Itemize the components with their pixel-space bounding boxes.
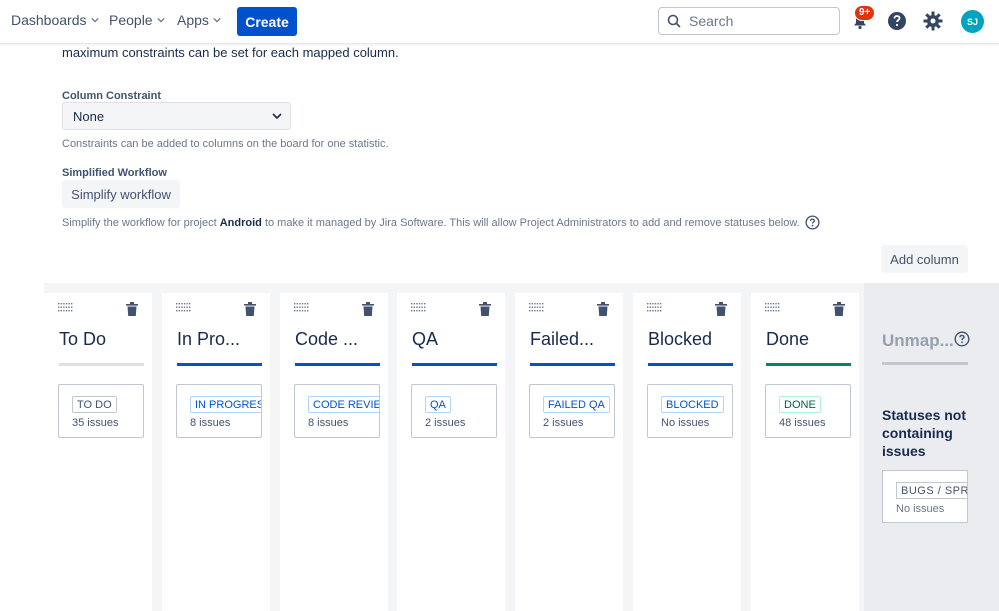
- column-rule: [766, 363, 851, 366]
- status-card[interactable]: IN PROGRESS 8 issues: [176, 384, 262, 438]
- trash-icon[interactable]: [479, 302, 491, 316]
- status-lozenge: BLOCKED: [661, 396, 724, 413]
- chevron-down-icon: [90, 17, 99, 23]
- nav-dashboards-label: Dashboards: [11, 12, 87, 28]
- board-column[interactable]: Blocked BLOCKED No issues: [633, 293, 741, 611]
- question-icon[interactable]: [954, 331, 970, 352]
- drag-handle-icon[interactable]: [294, 303, 310, 313]
- trash-icon[interactable]: [362, 302, 374, 316]
- status-card[interactable]: BUGS / SPRINT No issues: [882, 470, 968, 523]
- simplify-help-text: Simplify the workflow for project Androi…: [62, 215, 820, 230]
- issue-count: No issues: [661, 417, 710, 429]
- search-icon: [667, 14, 681, 28]
- issue-count: 35 issues: [72, 417, 119, 429]
- drag-handle-icon[interactable]: [176, 303, 192, 313]
- drag-handle-icon[interactable]: [411, 303, 427, 313]
- gear-icon: [923, 11, 943, 31]
- status-card[interactable]: CODE REVIEW 8 issues: [294, 384, 380, 438]
- issue-count: 8 issues: [190, 417, 231, 429]
- chevron-down-icon: [272, 113, 282, 120]
- status-lozenge: FAILED QA: [543, 396, 610, 413]
- simplify-help-prefix: Simplify the workflow for project: [62, 216, 220, 229]
- column-rule: [530, 363, 615, 366]
- drag-handle-icon[interactable]: [58, 303, 74, 313]
- simplify-workflow-button[interactable]: Simplify workflow: [62, 180, 180, 208]
- column-title[interactable]: Done: [766, 329, 809, 350]
- notification-badge: 9+: [854, 5, 876, 21]
- simplified-workflow-label: Simplified Workflow: [62, 167, 167, 179]
- project-name: Android: [219, 216, 262, 229]
- column-title[interactable]: To Do: [59, 329, 106, 350]
- trash-icon[interactable]: [833, 302, 845, 316]
- column-title[interactable]: QA: [412, 329, 438, 350]
- column-title[interactable]: Failed...: [530, 329, 594, 350]
- status-card[interactable]: DONE 48 issues: [765, 384, 851, 438]
- constraint-help-text: Constraints can be added to columns on t…: [62, 138, 389, 150]
- trash-icon[interactable]: [126, 302, 138, 316]
- column-rule: [295, 363, 380, 366]
- status-lozenge: DONE: [779, 396, 821, 413]
- column-rule: [412, 363, 497, 366]
- status-lozenge: TO DO: [72, 396, 117, 413]
- column-title[interactable]: Code ...: [295, 329, 358, 350]
- column-constraint-select[interactable]: None: [62, 102, 291, 130]
- board-column[interactable]: In Pro... IN PROGRESS 8 issues: [162, 293, 270, 611]
- drag-handle-icon[interactable]: [765, 303, 781, 313]
- drag-handle-icon[interactable]: [529, 303, 545, 313]
- status-lozenge: BUGS / SPRINT: [896, 482, 967, 499]
- issue-count: 48 issues: [779, 417, 826, 429]
- column-title[interactable]: Blocked: [648, 329, 712, 350]
- column-rule: [177, 363, 262, 366]
- column-rule: [59, 363, 144, 366]
- search-input[interactable]: Search: [658, 7, 840, 35]
- search-placeholder: Search: [689, 13, 734, 29]
- status-card[interactable]: QA 2 issues: [411, 384, 497, 438]
- help-icon: [888, 12, 906, 30]
- chevron-down-icon: [213, 17, 221, 23]
- help-button[interactable]: [886, 10, 908, 32]
- status-lozenge: IN PROGRESS: [190, 396, 261, 413]
- status-card[interactable]: FAILED QA 2 issues: [529, 384, 615, 438]
- board-column[interactable]: QA QA 2 issues: [397, 293, 505, 611]
- nav-people[interactable]: People: [109, 12, 165, 28]
- board-column[interactable]: To Do TO DO 35 issues: [44, 293, 152, 611]
- nav-apps[interactable]: Apps: [177, 12, 221, 28]
- top-navigation: Dashboards People Apps Create Search 9+: [0, 0, 999, 44]
- board-column[interactable]: Failed... FAILED QA 2 issues: [515, 293, 623, 611]
- column-title[interactable]: In Pro...: [177, 329, 240, 350]
- simplify-help-suffix: to make it managed by Jira Software. Thi…: [261, 216, 800, 229]
- unmapped-column: Unmap... Statuses not containing issues …: [864, 283, 999, 611]
- issue-count: 2 issues: [543, 417, 584, 429]
- unmapped-title: Unmap...: [882, 331, 954, 350]
- column-rule: [648, 363, 733, 366]
- column-constraint-value: None: [73, 108, 105, 124]
- trash-icon[interactable]: [597, 302, 609, 316]
- issue-count: 2 issues: [425, 417, 466, 429]
- chevron-down-icon: [156, 17, 165, 23]
- drag-handle-icon[interactable]: [647, 303, 663, 313]
- unmapped-description: Statuses not containing issues: [882, 407, 967, 459]
- nav-people-label: People: [109, 12, 153, 28]
- issue-count: No issues: [896, 503, 945, 515]
- avatar[interactable]: SJ: [961, 10, 984, 33]
- nav-apps-label: Apps: [177, 12, 209, 28]
- question-icon[interactable]: [805, 215, 820, 230]
- column-constraint-label: Column Constraint: [62, 90, 161, 102]
- settings-button[interactable]: [922, 10, 944, 32]
- issue-count: 8 issues: [308, 417, 349, 429]
- status-lozenge: CODE REVIEW: [308, 396, 379, 413]
- board-column[interactable]: Code ... CODE REVIEW 8 issues: [280, 293, 388, 611]
- nav-dashboards[interactable]: Dashboards: [11, 12, 99, 28]
- unmapped-rule: [882, 362, 968, 365]
- create-button[interactable]: Create: [237, 7, 297, 36]
- status-lozenge: QA: [425, 396, 451, 413]
- add-column-button[interactable]: Add column: [881, 245, 968, 273]
- trash-icon[interactable]: [244, 302, 256, 316]
- board-column[interactable]: Done DONE 48 issues: [751, 293, 859, 611]
- status-card[interactable]: BLOCKED No issues: [647, 384, 733, 438]
- status-card[interactable]: TO DO 35 issues: [58, 384, 144, 438]
- trash-icon[interactable]: [715, 302, 727, 316]
- intro-text: maximum constraints can be set for each …: [62, 45, 399, 60]
